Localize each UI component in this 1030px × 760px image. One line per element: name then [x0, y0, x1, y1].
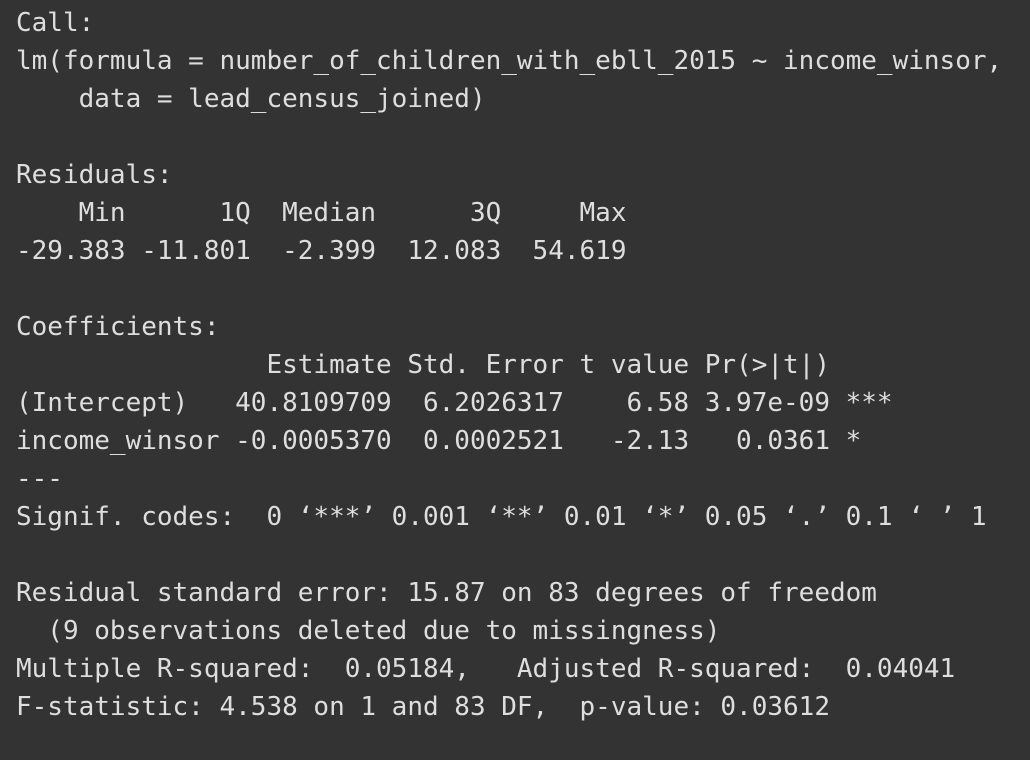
f-statistic: F-statistic: 4.538 on 1 and 83 DF, p-val… — [16, 692, 830, 722]
coefficients-columns: Estimate Std. Error t value Pr(>|t|) — [16, 350, 893, 380]
coefficients-header: Coefficients: — [16, 312, 220, 342]
residuals-header: Residuals: — [16, 160, 173, 190]
residual-standard-error: Residual standard error: 15.87 on 83 deg… — [16, 578, 877, 608]
signif-codes: Signif. codes: 0 ‘***’ 0.001 ‘**’ 0.01 ‘… — [16, 502, 987, 532]
call-data: data = lead_census_joined) — [16, 84, 486, 114]
coefficient-row-intercept: (Intercept) 40.8109709 6.2026317 6.58 3.… — [16, 388, 893, 418]
residuals-values: -29.383 -11.801 -2.399 12.083 54.619 — [16, 236, 643, 266]
residuals-labels: Min 1Q Median 3Q Max — [16, 198, 643, 228]
r-squared: Multiple R-squared: 0.05184, Adjusted R-… — [16, 654, 971, 684]
missingness-note: (9 observations deleted due to missingne… — [16, 616, 721, 646]
separator: --- — [16, 464, 63, 494]
r-console-output: Call: lm(formula = number_of_children_wi… — [0, 0, 1030, 760]
call-formula: lm(formula = number_of_children_with_ebl… — [16, 46, 1003, 76]
call-header: Call: — [16, 8, 95, 38]
coefficient-row-income: income_winsor -0.0005370 0.0002521 -2.13… — [16, 426, 893, 456]
